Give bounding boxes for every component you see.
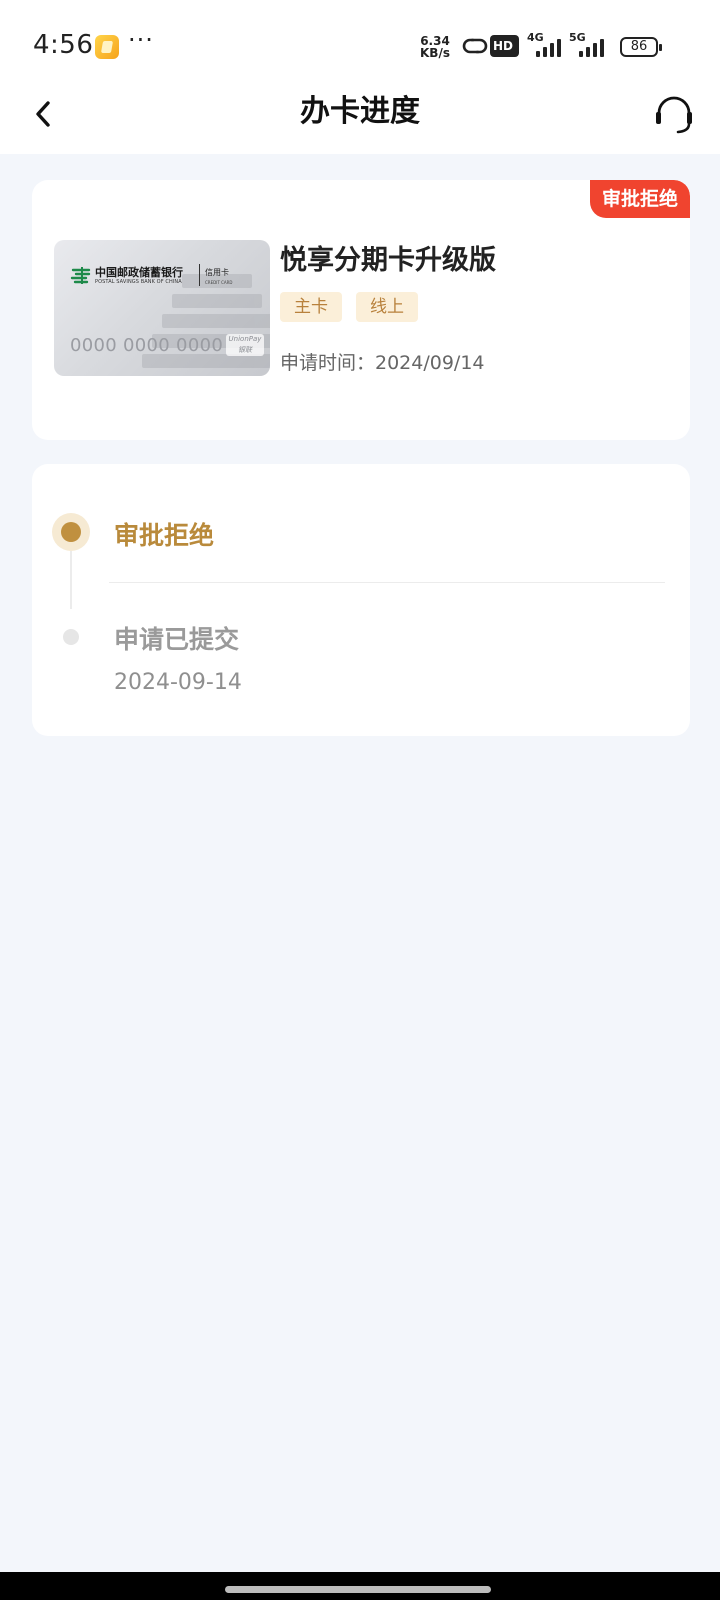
- timeline-connector: [70, 551, 72, 609]
- card-number: 0000 0000 0000: [70, 335, 224, 356]
- card-bank-name-en: POSTAL SAVINGS BANK OF CHINA: [95, 279, 182, 285]
- credit-card-image: 中国邮政储蓄银行 POSTAL SAVINGS BANK OF CHINA 信用…: [54, 240, 270, 376]
- unionpay-logo: UnionPay 银联: [226, 334, 264, 356]
- network-speed-unit: KB/s: [420, 46, 450, 60]
- step-active-dot-icon: [52, 513, 90, 551]
- battery-icon: 86: [620, 37, 662, 57]
- customer-service-headset-icon: [656, 96, 692, 134]
- card-info-panel[interactable]: 审批拒绝 中国邮政储蓄银行 POSTAL SAVINGS BANK OF CHI…: [32, 180, 690, 440]
- network-speed: 6.34 KB/s: [420, 35, 450, 59]
- system-navigation-bar: [0, 1572, 720, 1600]
- apply-time: 申请时间：2024/09/14: [280, 352, 485, 374]
- step-title-rejected: 审批拒绝: [114, 521, 215, 550]
- tag-online: 线上: [356, 292, 418, 322]
- postal-bank-logo-icon: [70, 267, 91, 284]
- customer-service-button[interactable]: [652, 92, 696, 136]
- step-dot-icon: [63, 629, 79, 645]
- unionpay-label: UnionPay: [228, 335, 262, 343]
- card-bank-name: 中国邮政储蓄银行: [95, 266, 183, 279]
- nav-bar: 办卡进度: [0, 92, 720, 154]
- step-title-submitted: 申请已提交: [114, 625, 240, 654]
- page-title: 办卡进度: [300, 94, 420, 129]
- step-date-submitted: 2024-09-14: [114, 670, 242, 695]
- unionpay-label-cn: 银联: [238, 346, 252, 354]
- card-logo-divider: [199, 264, 200, 286]
- card-type-label-en: CREDIT CARD: [205, 280, 233, 285]
- hd-voice-badge: HD: [490, 35, 519, 57]
- card-type-label: 信用卡: [205, 268, 229, 277]
- status-bar: 4:56 ··· 6.34 KB/s HD 4G 5G 86: [0, 0, 720, 92]
- status-badge: 审批拒绝: [590, 180, 690, 218]
- link-icon: [462, 34, 488, 62]
- home-indicator[interactable]: [225, 1586, 491, 1593]
- status-time: 4:56: [33, 30, 94, 60]
- step-divider: [109, 582, 665, 583]
- tag-primary-card: 主卡: [280, 292, 342, 322]
- more-notifications-indicator: ···: [128, 26, 154, 54]
- card-product-name: 悦享分期卡升级版: [280, 245, 496, 276]
- progress-timeline: 审批拒绝 申请已提交 2024-09-14: [32, 464, 690, 736]
- notification-app-icon: [95, 35, 119, 59]
